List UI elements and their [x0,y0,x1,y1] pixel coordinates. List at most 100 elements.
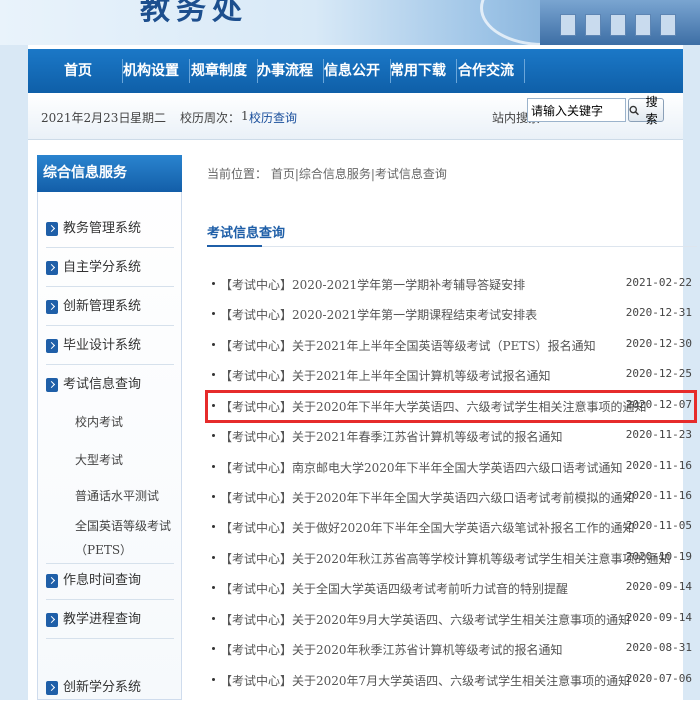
bullet-icon [212,465,215,468]
magnifier-icon [629,105,639,115]
list-item[interactable]: 【考试中心】关于2020年秋江苏省高等学校计算机等级考试学生相关注意事项的通知 2… [212,545,692,569]
sidebar-divider [46,563,174,564]
sidebar-subitem-pets-suffix[interactable]: （PETS） [75,541,132,559]
sidebar-divider [46,638,174,639]
current-weekday: 星期二 [130,111,167,125]
nav-cooperation[interactable]: 合作交流 [458,49,514,93]
nav-disclosure[interactable]: 信息公开 [324,49,380,93]
news-title[interactable]: 【考试中心】关于2020年7月大学英语四、六级考试学生相关注意事项的通知 [220,672,630,689]
bullet-icon [212,556,215,559]
sidebar-item-academic-system[interactable]: 教务管理系统 [46,214,174,244]
search-button[interactable]: 搜索 [628,95,664,126]
bullet-icon [212,617,215,620]
highlight-box [205,390,697,423]
sidebar-item-graduation-system[interactable]: 毕业设计系统 [46,331,174,361]
news-title[interactable]: 【考试中心】关于2021年春季江苏省计算机等级考试的报名通知 [220,428,563,445]
list-item[interactable]: 【考试中心】关于全国大学英语四级考试考前听力试音的特别提醒 2020-09-14 [212,575,692,599]
bullet-icon [212,678,215,681]
news-title[interactable]: 【考试中心】关于全国大学英语四级考试考前听力试音的特别提醒 [220,580,568,597]
list-item[interactable]: 【考试中心】南京邮电大学2020年下半年全国大学英语四六级口语考试通知 2020-… [212,454,692,478]
sidebar-item-credit-system[interactable]: 自主学分系统 [46,253,174,283]
sidebar-item-label: 创新学分系统 [63,680,142,695]
sidebar-subitem-putonghua-test[interactable]: 普通话水平测试 [75,487,159,505]
sidebar-item-label: 毕业设计系统 [63,338,142,353]
news-date: 2020-08-31 [625,641,692,654]
sidebar-item-schedule[interactable]: 作息时间查询 [46,566,174,596]
bullet-icon [212,495,215,498]
news-title[interactable]: 【考试中心】关于2020年9月大学英语四、六级考试学生相关注意事项的通知 [220,611,630,628]
list-item[interactable]: 【考试中心】关于2020年下半年全国大学英语四六级口语考试考前模拟的通知 2020… [212,484,692,508]
sidebar-item-innovation-system[interactable]: 创新管理系统 [46,292,174,322]
news-date: 2020-09-14 [625,580,692,593]
list-item[interactable]: 【考试中心】关于2020年9月大学英语四、六级考试学生相关注意事项的通知 2020… [212,606,692,630]
list-item[interactable]: 【考试中心】关于2021年上半年全国英语等级考试（PETS）报名通知 2020-1… [212,332,692,356]
news-title[interactable]: 【考试中心】关于2020年秋江苏省高等学校计算机等级考试学生相关注意事项的通知 [220,550,671,567]
nav-procedures[interactable]: 办事流程 [257,49,313,93]
sidebar-title: 综合信息服务 [37,155,182,192]
sidebar-item-label: 教学进程查询 [63,612,142,627]
news-date: 2020-11-16 [625,459,692,472]
nav-divider [456,59,457,83]
arrow-right-icon [46,378,58,392]
bullet-icon [212,312,215,315]
news-title[interactable]: 【考试中心】关于2020年下半年全国大学英语四六级口语考试考前模拟的通知 [220,489,635,506]
banner-building-image [540,0,700,45]
list-item[interactable]: 【考试中心】2020-2021学年第一学期补考辅导答疑安排 2021-02-22 [212,271,692,295]
bullet-icon [212,373,215,376]
search-button-label: 搜索 [645,95,658,126]
sidebar-subitem-major-exam[interactable]: 大型考试 [75,451,123,469]
search-input[interactable] [527,98,626,122]
news-title[interactable]: 【考试中心】关于2021年上半年全国英语等级考试（PETS）报名通知 [220,337,596,354]
week-value: 1 [241,109,249,123]
nav-home[interactable]: 首页 [64,49,92,93]
sidebar-item-label: 创新管理系统 [63,299,142,314]
news-title[interactable]: 【考试中心】关于2021年上半年全国计算机等级考试报名通知 [220,367,551,384]
news-title[interactable]: 【考试中心】关于2020年秋季江苏省计算机等级考试的报名通知 [220,641,563,658]
sidebar-item-innovation-credit[interactable]: 创新学分系统 [46,673,174,703]
list-item[interactable]: 【考试中心】关于2021年春季江苏省计算机等级考试的报名通知 2020-11-23 [212,423,692,447]
site-logo[interactable]: 教务处 [140,0,248,28]
sidebar-divider [46,599,174,600]
news-date: 2020-11-16 [625,489,692,502]
current-date: 2021年2月23日 [41,111,131,125]
bullet-icon [212,282,215,285]
news-date: 2020-09-14 [625,611,692,624]
page-title: 考试信息查询 [207,226,286,241]
arrow-right-icon [46,574,58,588]
arrow-right-icon [46,222,58,236]
arrow-right-icon [46,261,58,275]
nav-downloads[interactable]: 常用下载 [390,49,446,93]
sidebar-divider [46,364,174,365]
list-item[interactable]: 【考试中心】2020-2021学年第一学期课程结束考试安排表 2020-12-31 [212,301,692,325]
news-date: 2020-11-23 [625,428,692,441]
news-date: 2020-12-31 [625,306,692,319]
sidebar-divider [46,247,174,248]
sidebar-subitem-campus-exam[interactable]: 校内考试 [75,413,123,431]
breadcrumb: 当前位置： 首页|综合信息服务|考试信息查询 [207,167,447,181]
main-nav: 首页 机构设置 规章制度 办事流程 信息公开 常用下载 合作交流 [28,49,683,93]
nav-divider [189,59,190,83]
news-title[interactable]: 【考试中心】关于做好2020年下半年全国大学英语六级笔试补报名工作的通知 [220,519,635,536]
sidebar-item-exam-query[interactable]: 考试信息查询 [46,370,174,400]
sidebar-item-label: 教务管理系统 [63,221,142,236]
nav-regulations[interactable]: 规章制度 [191,49,247,93]
news-title[interactable]: 【考试中心】2020-2021学年第一学期课程结束考试安排表 [220,306,537,323]
bullet-icon [212,434,215,437]
arrow-right-icon [46,613,58,627]
calendar-link[interactable]: 校历查询 [249,109,297,126]
list-item[interactable]: 【考试中心】关于做好2020年下半年全国大学英语六级笔试补报名工作的通知 2020… [212,514,692,538]
list-item[interactable]: 【考试中心】关于2020年7月大学英语四、六级考试学生相关注意事项的通知 2020… [212,667,692,691]
sidebar-item-label: 作息时间查询 [63,573,142,588]
page-margin-left [0,45,28,700]
list-item[interactable]: 【考试中心】关于2021年上半年全国计算机等级考试报名通知 2020-12-25 [212,362,692,386]
sidebar-subitem-pets[interactable]: 全国英语等级考试 [75,517,171,535]
news-title[interactable]: 【考试中心】南京邮电大学2020年下半年全国大学英语四六级口语考试通知 [220,459,623,476]
sidebar-divider [46,286,174,287]
title-divider [207,246,697,247]
news-title[interactable]: 【考试中心】2020-2021学年第一学期补考辅导答疑安排 [220,276,525,293]
sidebar-item-teaching-progress[interactable]: 教学进程查询 [46,605,174,635]
nav-organization[interactable]: 机构设置 [123,49,179,93]
header-banner: 教务处 [0,0,700,45]
arrow-right-icon [46,339,58,353]
list-item[interactable]: 【考试中心】关于2020年秋季江苏省计算机等级考试的报名通知 2020-08-31 [212,636,692,660]
